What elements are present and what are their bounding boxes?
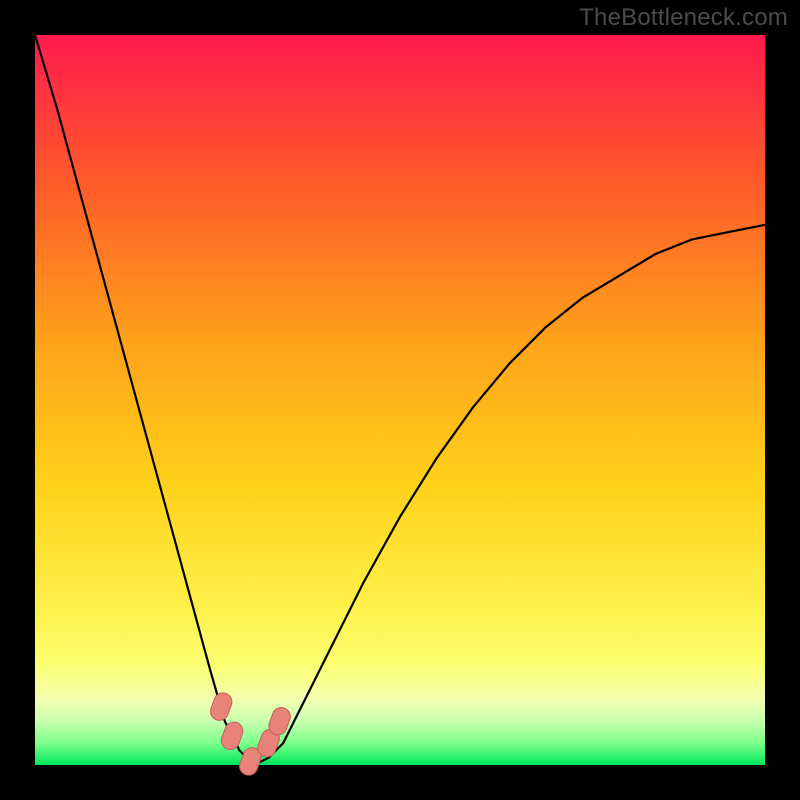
- plot-area: [35, 35, 765, 765]
- bottleneck-chart: [0, 0, 800, 800]
- watermark-text: TheBottleneck.com: [579, 4, 788, 32]
